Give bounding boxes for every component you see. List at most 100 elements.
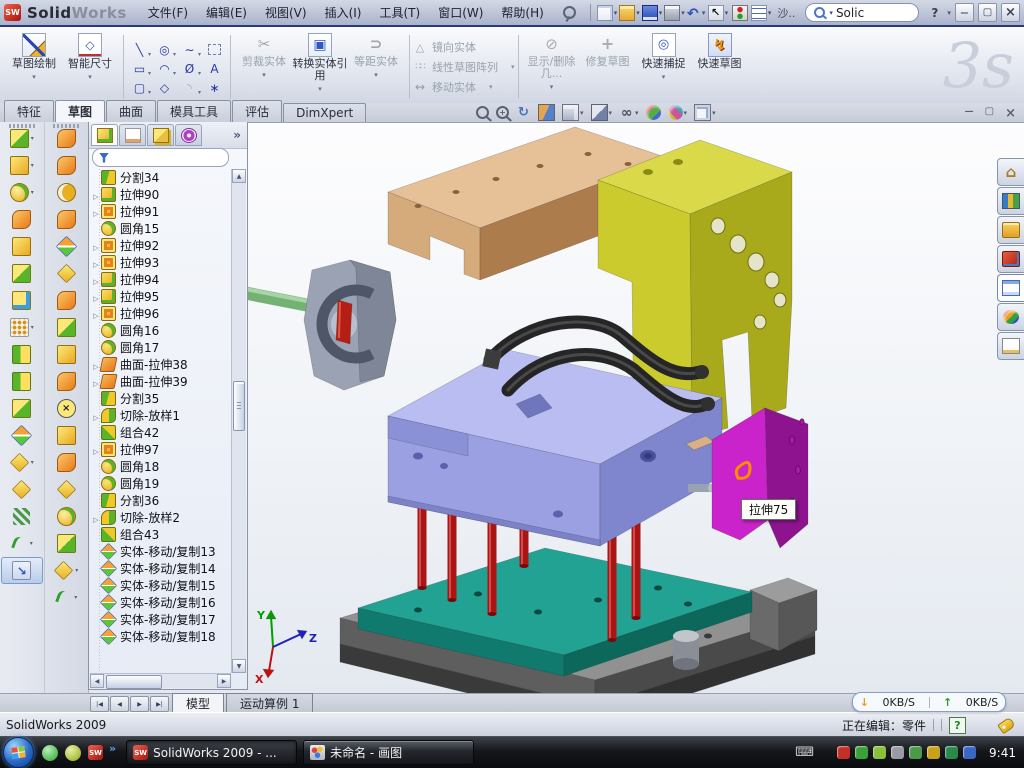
dropdown-arrow-icon[interactable] xyxy=(31,189,34,196)
dropdown-arrow-icon[interactable]: ▾ xyxy=(550,81,554,93)
rebuild-button[interactable] xyxy=(730,3,749,22)
feature-tool-button[interactable] xyxy=(45,179,87,206)
sketch-entity-button[interactable]: ╲▾ xyxy=(127,41,152,59)
ribbon-button[interactable]: 修复草图 ▾ xyxy=(580,31,636,68)
tray-icon[interactable] xyxy=(837,746,850,759)
ribbon-tab[interactable]: 草图 xyxy=(55,100,105,122)
dropdown-arrow-icon[interactable]: ▾ xyxy=(262,69,266,81)
tree-item[interactable]: 实体-移动/复制17 xyxy=(91,611,231,628)
tray-icon[interactable] xyxy=(891,746,904,759)
save-button[interactable]: ▾ xyxy=(642,3,663,22)
select-button[interactable]: ▾ xyxy=(708,3,729,22)
keyboard-tray-icon[interactable] xyxy=(795,745,814,760)
menu-item[interactable]: 工具(T) xyxy=(370,1,429,24)
next-tab-button[interactable] xyxy=(130,696,149,712)
sketch-entity-button[interactable]: A▾ xyxy=(202,60,227,78)
view-tool-button[interactable] xyxy=(646,105,661,120)
dropdown-arrow-icon[interactable] xyxy=(31,135,34,142)
view-tool-button[interactable] xyxy=(538,104,555,121)
tray-icon[interactable] xyxy=(945,746,958,759)
doc-restore-button[interactable] xyxy=(985,106,994,121)
sketch-entity-button[interactable]: ∗▾ xyxy=(202,79,227,97)
quicklaunch-app-icon[interactable] xyxy=(65,745,81,761)
view-tool-button[interactable] xyxy=(562,104,584,121)
search-box[interactable]: ▾ Solic xyxy=(805,3,919,22)
view-tool-button[interactable] xyxy=(516,105,531,120)
tree-horizontal-scrollbar[interactable] xyxy=(90,673,231,688)
tree-item[interactable]: 实体-移动/复制13 xyxy=(91,543,231,560)
taskpane-tab[interactable] xyxy=(997,245,1024,273)
feature-tool-button[interactable] xyxy=(45,449,87,476)
ribbon-tab[interactable]: 曲面 xyxy=(106,100,156,122)
tag-icon[interactable] xyxy=(997,716,1016,734)
dropdown-arrow-icon[interactable] xyxy=(75,567,78,574)
feature-tool-button[interactable] xyxy=(45,233,87,260)
taskpane-tab[interactable] xyxy=(997,216,1024,244)
sketch-entity-button[interactable]: Ø▾ xyxy=(177,60,202,78)
dropdown-arrow-icon[interactable] xyxy=(635,109,639,117)
dropdown-arrow-icon[interactable] xyxy=(31,162,34,169)
feature-tool-button[interactable] xyxy=(1,368,43,395)
sketch-entity-button[interactable]: ◝▾ xyxy=(177,79,202,97)
feature-tool-button[interactable] xyxy=(45,314,87,341)
taskpane-tab[interactable] xyxy=(997,274,1024,302)
sketch-entity-button[interactable]: ▢▾ xyxy=(127,79,152,97)
feature-tool-button[interactable] xyxy=(45,125,87,152)
status-help-button[interactable]: ? xyxy=(949,717,966,734)
last-tab-button[interactable] xyxy=(150,696,169,712)
help-dropdown-icon[interactable]: ▾ xyxy=(947,9,951,17)
restore-button[interactable] xyxy=(978,3,997,22)
menu-item[interactable]: 编辑(E) xyxy=(197,1,256,24)
feature-tool-button[interactable] xyxy=(1,287,43,314)
part-cylinder-pin[interactable] xyxy=(673,630,699,670)
new-document-button[interactable]: ▾ xyxy=(597,3,618,22)
tray-icon[interactable] xyxy=(963,746,976,759)
feature-tool-button[interactable] xyxy=(45,368,87,395)
tree-item[interactable]: 实体-移动/复制15 xyxy=(91,577,231,594)
ribbon-button[interactable]: 草图绘制 ▾ xyxy=(6,31,62,83)
feature-tool-button[interactable] xyxy=(1,206,43,233)
menu-item[interactable]: 帮助(H) xyxy=(492,1,552,24)
feature-tool-button[interactable] xyxy=(45,503,87,530)
feature-tool-button[interactable] xyxy=(1,530,43,557)
sketch-entity-button[interactable]: ∼▾ xyxy=(177,41,202,59)
expand-arrow-icon[interactable] xyxy=(91,205,101,219)
dropdown-arrow-icon[interactable] xyxy=(684,109,688,117)
dropdown-arrow-icon[interactable] xyxy=(31,459,34,466)
feature-tool-button[interactable] xyxy=(1,260,43,287)
tree-item[interactable]: 组合43 xyxy=(91,526,231,543)
expand-arrow-icon[interactable] xyxy=(91,256,101,270)
tree-item[interactable]: 圆角15 xyxy=(91,220,231,237)
panel-overflow-chevron-icon[interactable] xyxy=(233,128,245,142)
feature-tool-button[interactable] xyxy=(1,476,43,503)
tree-item[interactable]: 切除-放样1 xyxy=(91,407,231,424)
search-input[interactable]: Solic xyxy=(836,6,864,20)
ribbon-button[interactable]: 快速捕捉 ▾ xyxy=(636,31,692,83)
view-tool-button[interactable] xyxy=(476,106,489,119)
expand-arrow-icon[interactable] xyxy=(91,239,101,253)
feature-tool-button[interactable] xyxy=(45,557,87,584)
dropdown-arrow-icon[interactable] xyxy=(31,324,34,331)
expand-arrow-icon[interactable] xyxy=(91,188,101,202)
expand-arrow-icon[interactable] xyxy=(91,307,101,321)
feature-tool-button[interactable] xyxy=(45,584,87,611)
dropdown-arrow-icon[interactable]: ▾ xyxy=(511,63,515,71)
tree-item[interactable]: 圆角16 xyxy=(91,322,231,339)
tree-item[interactable]: 分割35 xyxy=(91,390,231,407)
feature-tool-button[interactable] xyxy=(1,152,43,179)
pin-icon[interactable] xyxy=(563,6,576,19)
print-button[interactable]: ▾ xyxy=(664,3,685,22)
tree-item[interactable]: 圆角19 xyxy=(91,475,231,492)
sketch-entity-button[interactable]: ▥▾ xyxy=(202,41,227,59)
document-tab[interactable]: 模型 xyxy=(172,693,224,713)
feature-tool-button[interactable] xyxy=(45,206,87,233)
view-tool-button[interactable] xyxy=(619,105,639,120)
tree-item[interactable]: 圆角18 xyxy=(91,458,231,475)
expand-arrow-icon[interactable] xyxy=(91,511,101,525)
feature-tool-button[interactable] xyxy=(1,179,43,206)
feature-tool-button[interactable] xyxy=(1,314,43,341)
property-manager-tab[interactable] xyxy=(119,124,146,146)
taskbar-button-solidworks[interactable]: SW SolidWorks 2009 - ... xyxy=(126,740,297,765)
tray-icon[interactable] xyxy=(909,746,922,759)
tree-item[interactable]: 曲面-拉伸39 xyxy=(91,373,231,390)
